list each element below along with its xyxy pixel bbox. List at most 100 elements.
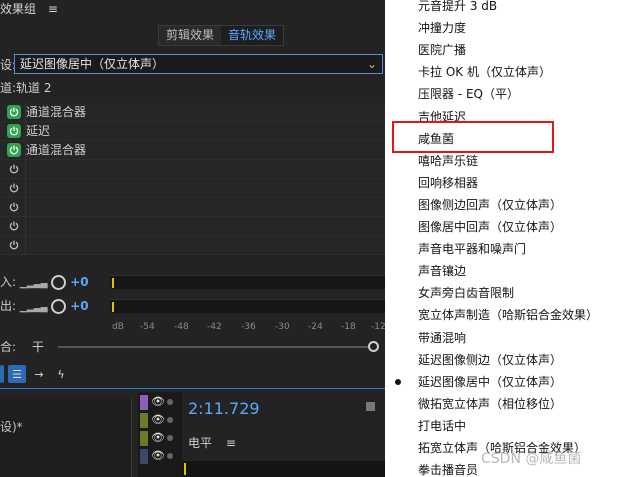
signal-bars-icon: ▁▂▃▄	[19, 303, 48, 313]
preset-dropdown[interactable]: 延迟图像居中（仅立体声） ⌄	[14, 54, 383, 74]
level-label: 电平	[188, 436, 213, 450]
menu-item[interactable]: 图像居中回声（仅立体声）	[385, 216, 627, 238]
lightning-icon[interactable]: ϟ	[52, 365, 70, 383]
menu-item[interactable]: 微拓宽立体声（相位移位）	[385, 393, 627, 415]
track-color-swatch	[140, 449, 148, 464]
power-icon[interactable]	[7, 105, 21, 119]
chevron-down-icon: ⌄	[366, 57, 377, 71]
menu-item-label: 微拓宽立体声（相位移位）	[418, 397, 563, 411]
power-icon[interactable]	[7, 181, 21, 195]
input-gain-value[interactable]: +0	[70, 275, 88, 289]
menu-item-label: 宽立体声制造（哈斯铝合金效果）	[418, 308, 599, 322]
db-tick-label: -12	[371, 322, 385, 332]
menu-item-label: 医院广播	[418, 43, 467, 57]
highlight-box	[392, 121, 554, 153]
menu-item[interactable]: 冲撞力度	[385, 17, 627, 39]
track-row: 👁	[138, 448, 182, 465]
menu-item-label: 嘻哈声乐链	[418, 154, 479, 168]
record-dot-icon[interactable]	[167, 435, 173, 441]
effect-slot[interactable]	[0, 160, 385, 179]
eye-icon[interactable]: 👁	[151, 395, 165, 408]
effect-slot[interactable]	[0, 179, 385, 198]
track-color-swatch	[140, 431, 148, 446]
route-icon[interactable]: →	[30, 365, 48, 383]
power-icon[interactable]	[7, 238, 21, 252]
lower-left-pane	[0, 397, 132, 477]
list-icon[interactable]: ☰	[8, 365, 26, 383]
menu-item-label: 图像居中回声（仅立体声）	[418, 220, 563, 234]
menu-item-label: 打电话中	[418, 419, 467, 433]
menu-item[interactable]: 声音电平器和噪声门	[385, 238, 627, 260]
mix-slider-track[interactable]	[58, 346, 375, 348]
power-icon[interactable]	[7, 143, 21, 157]
stop-square-icon[interactable]	[366, 402, 375, 411]
output-meter	[110, 299, 385, 313]
menu-item[interactable]: 医院广播	[385, 39, 627, 61]
power-icon[interactable]	[7, 124, 21, 138]
menu-item[interactable]: 图像侧边回声（仅立体声）	[385, 194, 627, 216]
track-color-swatch	[140, 395, 148, 410]
menu-item[interactable]: 嘻哈声乐链	[385, 150, 627, 172]
menu-item[interactable]: 回响移相器	[385, 172, 627, 194]
menu-item[interactable]: 压限器 - EQ（平）	[385, 83, 627, 105]
slot-divider	[25, 217, 26, 236]
menu-item-label: 冲撞力度	[418, 21, 467, 35]
input-gain-knob[interactable]	[51, 275, 67, 290]
track-color-swatch	[140, 413, 148, 428]
effect-slot[interactable]: 延迟	[0, 122, 385, 141]
menu-item-label: 拳击播音员	[418, 463, 479, 477]
menu-item-label: 元音提升 3 dB	[418, 0, 498, 13]
output-row: 出: ▁▂▃▄ +0	[0, 298, 89, 316]
track-row: 👁	[138, 430, 182, 447]
eye-icon[interactable]: 👁	[151, 449, 165, 462]
effect-slot[interactable]: 通道混合器	[0, 103, 385, 122]
input-label: 入:	[0, 275, 17, 289]
power-icon[interactable]	[7, 162, 21, 176]
slot-divider	[25, 198, 26, 217]
power-icon[interactable]	[7, 200, 21, 214]
tab-track-effects[interactable]: 音轨效果	[221, 26, 284, 45]
db-tick-label: -48	[174, 322, 189, 332]
output-gain-knob[interactable]	[51, 299, 67, 314]
eye-icon[interactable]: 👁	[151, 431, 165, 444]
eye-icon[interactable]: 👁	[151, 413, 165, 426]
tab-clip-effects[interactable]: 剪辑效果	[159, 26, 222, 45]
effects-rack-panel: 效果组 ≡ 剪辑效果 音轨效果 设: 延迟图像居中（仅立体声） ⌄ 道:轨道 2…	[0, 0, 385, 477]
menu-item[interactable]: 卡拉 OK 机（仅立体声）	[385, 61, 627, 83]
mix-slider-handle[interactable]	[368, 341, 379, 352]
db-scale: dB -54 -48 -42 -36 -30 -24 -18 -12	[112, 322, 385, 334]
db-tick-label: -24	[308, 322, 323, 332]
hamburger-icon[interactable]: ≡	[48, 2, 58, 16]
effect-slot[interactable]	[0, 217, 385, 236]
mix-dry-label: 干	[31, 340, 44, 354]
menu-item[interactable]: 宽立体声制造（哈斯铝合金效果）	[385, 304, 627, 326]
record-dot-icon[interactable]	[167, 399, 173, 405]
menu-item[interactable]: 声音镶边	[385, 260, 627, 282]
effects-tabbar: 剪辑效果 音轨效果	[158, 25, 285, 46]
menu-item[interactable]: 女声旁白齿音限制	[385, 282, 627, 304]
level-meter-peak	[184, 463, 186, 475]
input-meter	[110, 275, 385, 289]
effect-slot[interactable]	[0, 236, 385, 255]
level-meter	[182, 461, 385, 477]
menu-item[interactable]: 打电话中	[385, 415, 627, 437]
record-dot-icon[interactable]	[167, 453, 173, 459]
db-tick-label: -36	[241, 322, 256, 332]
menu-item[interactable]: 带通混响	[385, 327, 627, 349]
current-time[interactable]: 2:11.729	[188, 399, 260, 418]
menu-item[interactable]: 延迟图像居中（仅立体声）	[385, 371, 627, 393]
menu-item[interactable]: 延迟图像侧边（仅立体声）	[385, 349, 627, 371]
db-tick-label: -54	[140, 322, 155, 332]
output-gain-value[interactable]: +0	[70, 299, 88, 313]
menu-item[interactable]: 元音提升 3 dB	[385, 0, 627, 17]
hamburger-icon[interactable]: ≡	[226, 436, 236, 450]
selected-bullet-icon	[395, 379, 401, 385]
effect-name: 通道混合器	[26, 105, 87, 119]
toolbar-edge	[0, 365, 4, 383]
effect-slot[interactable]	[0, 198, 385, 217]
menu-item-label: 延迟图像侧边（仅立体声）	[418, 353, 563, 367]
record-dot-icon[interactable]	[167, 417, 173, 423]
power-icon[interactable]	[7, 219, 21, 233]
lower-left-text: 设)*	[0, 420, 23, 434]
effect-slot[interactable]: 通道混合器	[0, 141, 385, 160]
